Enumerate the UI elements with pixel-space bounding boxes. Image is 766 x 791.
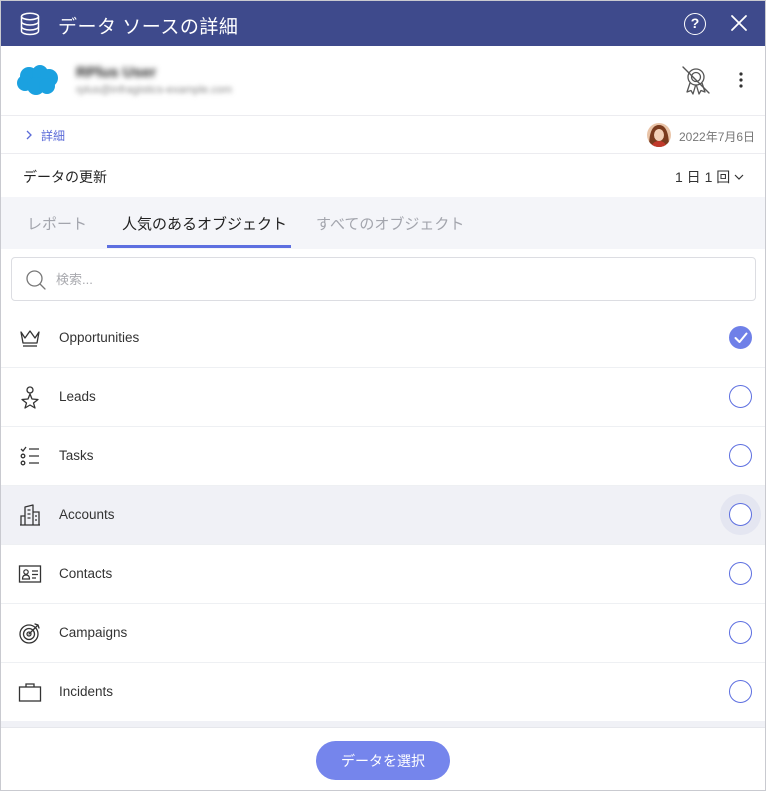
active-tab-indicator — [107, 245, 291, 248]
chevron-right-icon — [26, 130, 32, 140]
select-radio[interactable] — [729, 621, 752, 644]
list-item-contacts[interactable]: Contacts — [1, 545, 765, 604]
list-item-label: Campaigns — [59, 625, 128, 640]
avatar — [647, 123, 671, 147]
list-item-opportunities[interactable]: Opportunities — [1, 309, 765, 368]
list-item-label: Accounts — [59, 507, 115, 522]
briefcase-icon — [18, 683, 42, 702]
dialog-title: データ ソースの詳細 — [58, 17, 239, 38]
account-header: RPlus User rplus@infragistics-example.co… — [1, 46, 765, 116]
target-icon — [19, 623, 40, 644]
chevron-down-icon — [734, 174, 744, 180]
list-item-incidents[interactable]: Incidents — [1, 663, 765, 722]
refresh-frequency-dropdown[interactable]: 1 日 1 回 — [675, 167, 744, 187]
salesforce-logo-icon — [17, 65, 58, 95]
tab-all-objects[interactable]: すべてのオブジェクト — [316, 213, 464, 234]
database-icon — [20, 12, 40, 36]
details-link[interactable]: 詳細 — [41, 127, 65, 144]
data-refresh-label: データの更新 — [23, 169, 107, 185]
title-bar: データ ソースの詳細 ? — [1, 1, 765, 46]
data-refresh-row: データの更新 1 日 1 回 — [1, 154, 765, 197]
crown-icon — [20, 330, 40, 347]
help-button[interactable]: ? — [684, 13, 706, 35]
select-radio[interactable] — [729, 562, 752, 585]
close-icon[interactable] — [729, 13, 749, 33]
list-item-label: Contacts — [59, 566, 113, 581]
list-item-label: Leads — [59, 389, 96, 404]
search-box — [11, 257, 756, 301]
select-radio[interactable] — [729, 503, 752, 526]
building-icon — [20, 504, 40, 526]
contact-card-icon — [18, 565, 42, 583]
object-list: Opportunities Leads Tasks Accounts Conta… — [1, 309, 765, 722]
tab-popular-objects[interactable]: 人気のあるオブジェクト — [122, 213, 287, 234]
account-name: RPlus User — [76, 64, 157, 81]
checkmark-icon — [734, 332, 748, 343]
list-item-label: Opportunities — [59, 330, 140, 345]
details-row: 詳細 2022年7月6日 — [1, 116, 765, 154]
list-item-tasks[interactable]: Tasks — [1, 427, 765, 486]
list-item-accounts[interactable]: Accounts — [1, 486, 765, 545]
refresh-frequency-value: 1 日 1 回 — [675, 169, 731, 185]
select-data-button[interactable]: データを選択 — [316, 741, 450, 780]
select-radio[interactable] — [729, 385, 752, 408]
person-star-icon — [21, 386, 39, 409]
certificate-off-icon[interactable] — [680, 64, 712, 96]
search-input[interactable] — [56, 266, 736, 292]
list-item-label: Incidents — [59, 684, 114, 699]
select-radio[interactable] — [729, 680, 752, 703]
list-item-campaigns[interactable]: Campaigns — [1, 604, 765, 663]
list-item-leads[interactable]: Leads — [1, 368, 765, 427]
search-icon — [26, 270, 46, 290]
updated-date: 2022年7月6日 — [679, 130, 756, 144]
more-vertical-icon[interactable] — [734, 70, 748, 90]
object-tabs: レポート 人気のあるオブジェクト すべてのオブジェクト — [1, 197, 765, 249]
select-radio[interactable] — [729, 444, 752, 467]
select-radio[interactable] — [729, 326, 752, 349]
dialog-footer: データを選択 — [1, 727, 765, 790]
checklist-icon — [20, 446, 39, 466]
data-source-details-dialog: データ ソースの詳細 ? RPlus User rplus@infragisti… — [0, 0, 766, 791]
tab-reports[interactable]: レポート — [27, 213, 87, 234]
list-item-label: Tasks — [59, 448, 94, 463]
account-email: rplus@infragistics-example.com — [76, 84, 233, 96]
